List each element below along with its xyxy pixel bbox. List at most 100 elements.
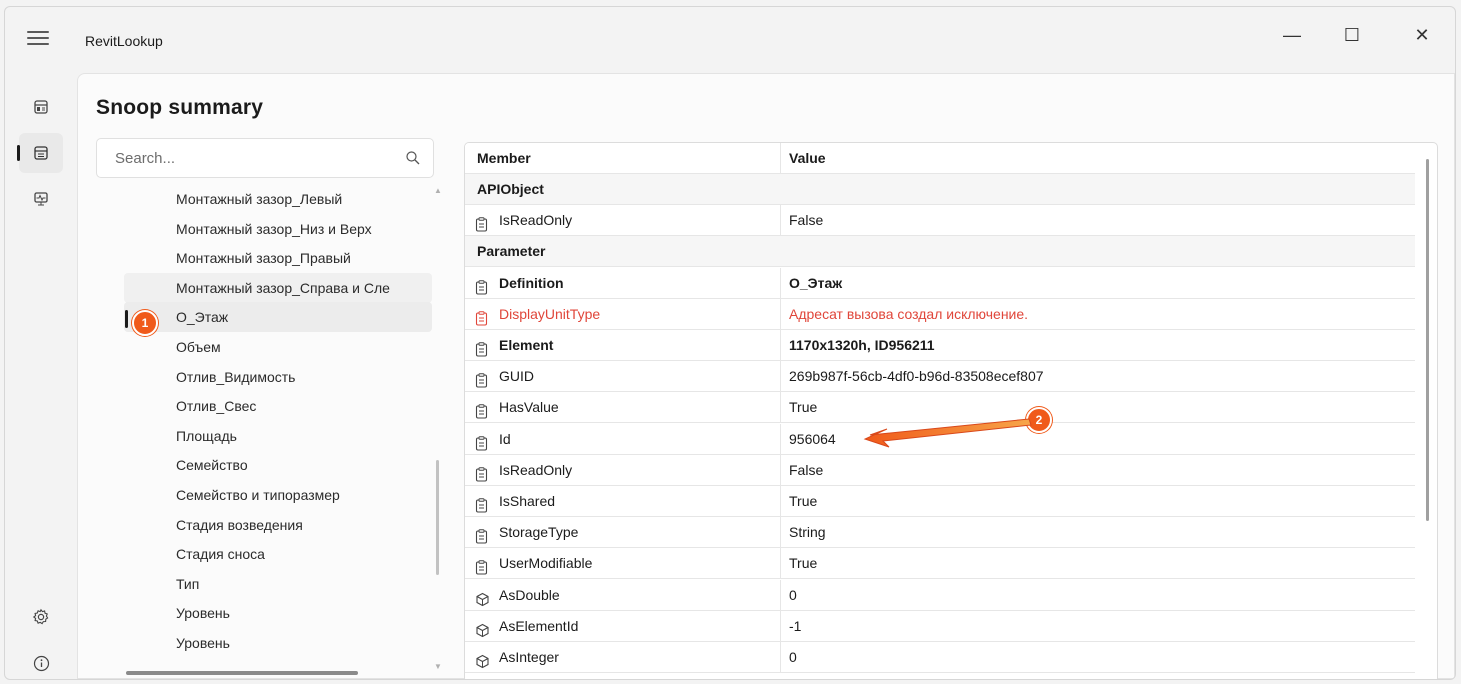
member-cell: GUID <box>465 361 781 392</box>
value-cell: О_Этаж <box>789 274 843 291</box>
value-cell: False <box>789 461 824 478</box>
table-row[interactable]: UserModifiable True <box>465 548 1415 580</box>
search-input[interactable] <box>113 139 397 177</box>
property-icon <box>475 275 488 298</box>
table-row[interactable]: IsReadOnly False <box>465 454 1415 486</box>
table-row[interactable]: AsInteger 0 <box>465 642 1415 673</box>
grid-scroll-thumb[interactable] <box>1426 159 1429 521</box>
value-cell: 0 <box>789 586 797 603</box>
table-row[interactable]: IsReadOnly False <box>465 205 1415 237</box>
column-header-value[interactable]: Value <box>789 143 1413 173</box>
tree-vertical-scrollbar[interactable]: ▲ ▼ <box>434 186 442 671</box>
member-name: AsDouble <box>499 586 560 603</box>
nav-settings-button[interactable] <box>19 597 63 637</box>
member-name: HasValue <box>499 399 559 416</box>
property-icon <box>475 306 488 329</box>
scroll-down-icon[interactable]: ▼ <box>434 662 442 671</box>
column-header-member[interactable]: Member <box>465 143 781 173</box>
content-panel: Snoop summary Монтажный зазор_ЛевыйМонта… <box>77 73 1455 679</box>
settings-icon <box>32 608 49 625</box>
tree-item[interactable]: Семейство <box>124 450 432 480</box>
member-name: UserModifiable <box>499 555 593 572</box>
table-row[interactable]: Id 956064 <box>465 423 1415 455</box>
group-header-row: APIObject <box>465 174 1415 205</box>
member-name: IsShared <box>499 493 556 509</box>
tree-item[interactable]: Монтажный зазор_Низ и Верх <box>124 214 432 244</box>
close-button[interactable]: ✕ <box>1400 17 1444 53</box>
member-cell: Definition <box>465 267 781 298</box>
property-icon <box>475 337 488 360</box>
tree-item[interactable]: Отлив_Видимость <box>124 362 432 392</box>
property-icon <box>475 212 488 235</box>
table-row[interactable]: AsDouble 0 <box>465 579 1415 611</box>
member-cell: Id <box>465 423 781 454</box>
member-name: Definition <box>499 274 564 291</box>
value-cell: False <box>789 212 824 229</box>
member-name: Element <box>499 337 554 353</box>
method-icon <box>475 649 490 672</box>
member-cell: DisplayUnitType <box>465 298 781 329</box>
method-icon <box>475 618 490 641</box>
value-cell: String <box>789 524 826 541</box>
group-header-label: Parameter <box>477 243 546 260</box>
member-cell: Element <box>465 330 781 360</box>
search-box <box>96 138 434 178</box>
table-row[interactable]: HasValue True <box>465 392 1415 424</box>
member-cell: IsReadOnly <box>465 454 781 485</box>
tree-item[interactable]: Уровень <box>124 628 432 658</box>
tree-item[interactable]: Монтажный зазор_Левый <box>124 184 432 214</box>
nav-about-button[interactable] <box>19 643 63 679</box>
tree-horizontal-scrollbar[interactable] <box>126 671 358 675</box>
tree-scroll-thumb[interactable] <box>436 460 439 575</box>
table-row[interactable]: IsShared True <box>465 486 1415 517</box>
member-cell: StorageType <box>465 517 781 548</box>
tree-item[interactable]: Монтажный зазор_Справа и Сле <box>124 272 432 303</box>
navigation-rail <box>5 71 75 679</box>
tree-item[interactable]: Отлив_Свес <box>124 391 432 421</box>
scroll-up-icon[interactable]: ▲ <box>434 186 442 195</box>
table-row[interactable]: Element 1170x1320h, ID956211 <box>465 330 1415 361</box>
member-cell: UserModifiable <box>465 548 781 579</box>
value-cell: True <box>789 399 818 416</box>
tree-item[interactable]: Площадь <box>124 421 432 451</box>
property-icon <box>475 493 488 516</box>
member-name: GUID <box>499 368 534 385</box>
table-row[interactable]: AsElementId -1 <box>465 610 1415 642</box>
tree-selection-indicator <box>125 310 128 328</box>
tree-item[interactable]: Тип <box>124 569 432 599</box>
member-name: IsReadOnly <box>499 212 573 229</box>
events-monitor-icon <box>34 192 48 206</box>
search-icon[interactable] <box>405 150 421 166</box>
tree-item[interactable]: Семейство и типоразмер <box>124 480 432 510</box>
table-row[interactable]: GUID 269b987f-56cb-4df0-b96d-83508ecef807 <box>465 361 1415 393</box>
property-icon <box>475 399 488 422</box>
nav-dashboard-button[interactable] <box>19 87 63 127</box>
tree-item[interactable]: О_Этаж <box>124 302 432 333</box>
nav-events-monitor-button[interactable] <box>19 179 63 219</box>
tree-item[interactable]: Стадия возведения <box>124 510 432 540</box>
tree-item[interactable]: Объем <box>124 332 432 362</box>
table-row[interactable]: Definition О_Этаж <box>465 267 1415 299</box>
hamburger-menu-icon[interactable] <box>27 31 49 47</box>
method-icon <box>475 587 490 610</box>
minimize-button[interactable]: — <box>1270 17 1314 53</box>
page-title: Snoop summary <box>96 96 264 119</box>
member-cell: IsReadOnly <box>465 205 781 236</box>
app-window: RevitLookup — ☐ ✕ Snoop summary Монтажны… <box>4 6 1456 680</box>
nav-snoop-summary-button[interactable] <box>17 133 63 173</box>
table-row[interactable]: StorageType String <box>465 517 1415 549</box>
tree-item[interactable]: Стадия сноса <box>124 539 432 569</box>
member-cell: AsElementId <box>465 610 781 641</box>
group-header-row: Parameter <box>465 236 1415 268</box>
members-grid: Member Value APIObject IsReadOnly False Par… <box>464 142 1438 679</box>
tree-item[interactable]: Монтажный зазор_Правый <box>124 243 432 273</box>
nav-active-indicator <box>17 145 20 161</box>
maximize-button[interactable]: ☐ <box>1330 17 1374 53</box>
property-icon <box>475 555 488 578</box>
info-icon <box>33 655 49 671</box>
member-name: AsElementId <box>499 617 579 634</box>
value-cell: 269b987f-56cb-4df0-b96d-83508ecef807 <box>789 368 1044 385</box>
tree-item[interactable]: Уровень <box>124 598 432 628</box>
member-cell: HasValue <box>465 392 781 423</box>
table-row[interactable]: DisplayUnitType Адресат вызова создал иск… <box>465 298 1415 330</box>
